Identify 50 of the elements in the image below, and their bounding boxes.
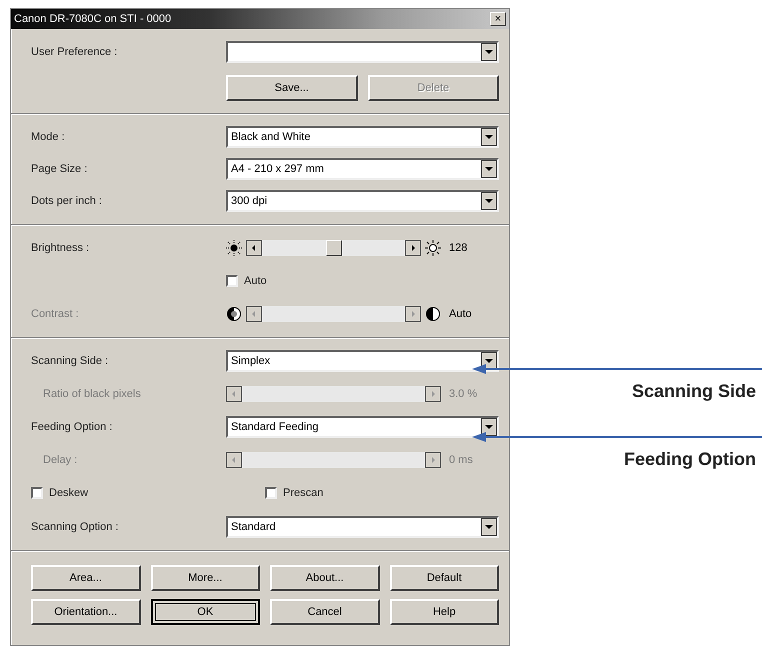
dropdown-field[interactable]: A4 - 210 x 297 mm xyxy=(226,158,499,180)
slider-track[interactable] xyxy=(246,240,421,256)
field-label: Contrast : xyxy=(31,308,80,320)
slider-reading: 128 xyxy=(448,242,468,254)
button[interactable]: About... xyxy=(270,565,380,591)
button[interactable]: OK xyxy=(150,599,260,625)
dropdown-field[interactable]: Standard Feeding xyxy=(226,416,499,438)
close-button[interactable]: × xyxy=(490,12,506,26)
checkbox-label: Deskew xyxy=(49,487,88,499)
field-label: Feeding Option : xyxy=(31,421,114,433)
window-title: Canon DR-7080C on STI - 0000 xyxy=(14,13,172,25)
checkbox-label: Prescan xyxy=(283,487,324,499)
slider-reading: Auto xyxy=(448,308,473,320)
checkbox[interactable] xyxy=(265,487,277,499)
callout-label: Scanning Side xyxy=(632,381,756,402)
field-label: Delay : xyxy=(42,454,78,466)
contrast-icon xyxy=(226,306,242,322)
dropdown-field[interactable]: Black and White xyxy=(226,126,499,148)
button[interactable]: Area... xyxy=(31,565,140,591)
button[interactable]: More... xyxy=(150,565,260,591)
slider-reading: 0 ms xyxy=(448,454,474,466)
callout-label: Feeding Option xyxy=(624,449,756,470)
button[interactable]: Cancel xyxy=(270,599,380,625)
field-label: Page Size : xyxy=(31,163,88,175)
slider-reading: 3.0 % xyxy=(448,388,478,400)
field-label: Ratio of black pixels xyxy=(42,388,142,400)
checkbox-label: Auto xyxy=(244,275,267,287)
field-label: Dots per inch : xyxy=(31,195,103,207)
field-label: User Preference : xyxy=(31,46,118,58)
dim-sun-icon xyxy=(226,240,242,256)
slider-track[interactable] xyxy=(246,306,421,322)
bright-sun-icon xyxy=(425,240,441,256)
checkbox[interactable] xyxy=(31,487,43,499)
field-label: Scanning Option : xyxy=(31,521,120,533)
dropdown-field[interactable]: Standard xyxy=(226,516,499,538)
slider-track[interactable] xyxy=(226,386,441,402)
field-label: Scanning Side : xyxy=(31,355,110,367)
field-label: Mode : xyxy=(31,131,66,143)
contrast-icon xyxy=(425,306,441,322)
dropdown-field[interactable]: Simplex xyxy=(226,350,499,372)
button[interactable]: Help xyxy=(390,599,499,625)
checkbox[interactable] xyxy=(226,275,238,287)
dropdown-field[interactable]: 300 dpi xyxy=(226,190,499,212)
slider-track[interactable] xyxy=(226,452,441,468)
button[interactable]: Orientation... xyxy=(31,599,140,625)
dropdown-field[interactable] xyxy=(226,41,499,63)
button[interactable]: Save... xyxy=(226,75,358,101)
field-label: Brightness : xyxy=(31,242,90,254)
button[interactable]: Default xyxy=(390,565,499,591)
slider-thumb[interactable] xyxy=(326,240,342,256)
